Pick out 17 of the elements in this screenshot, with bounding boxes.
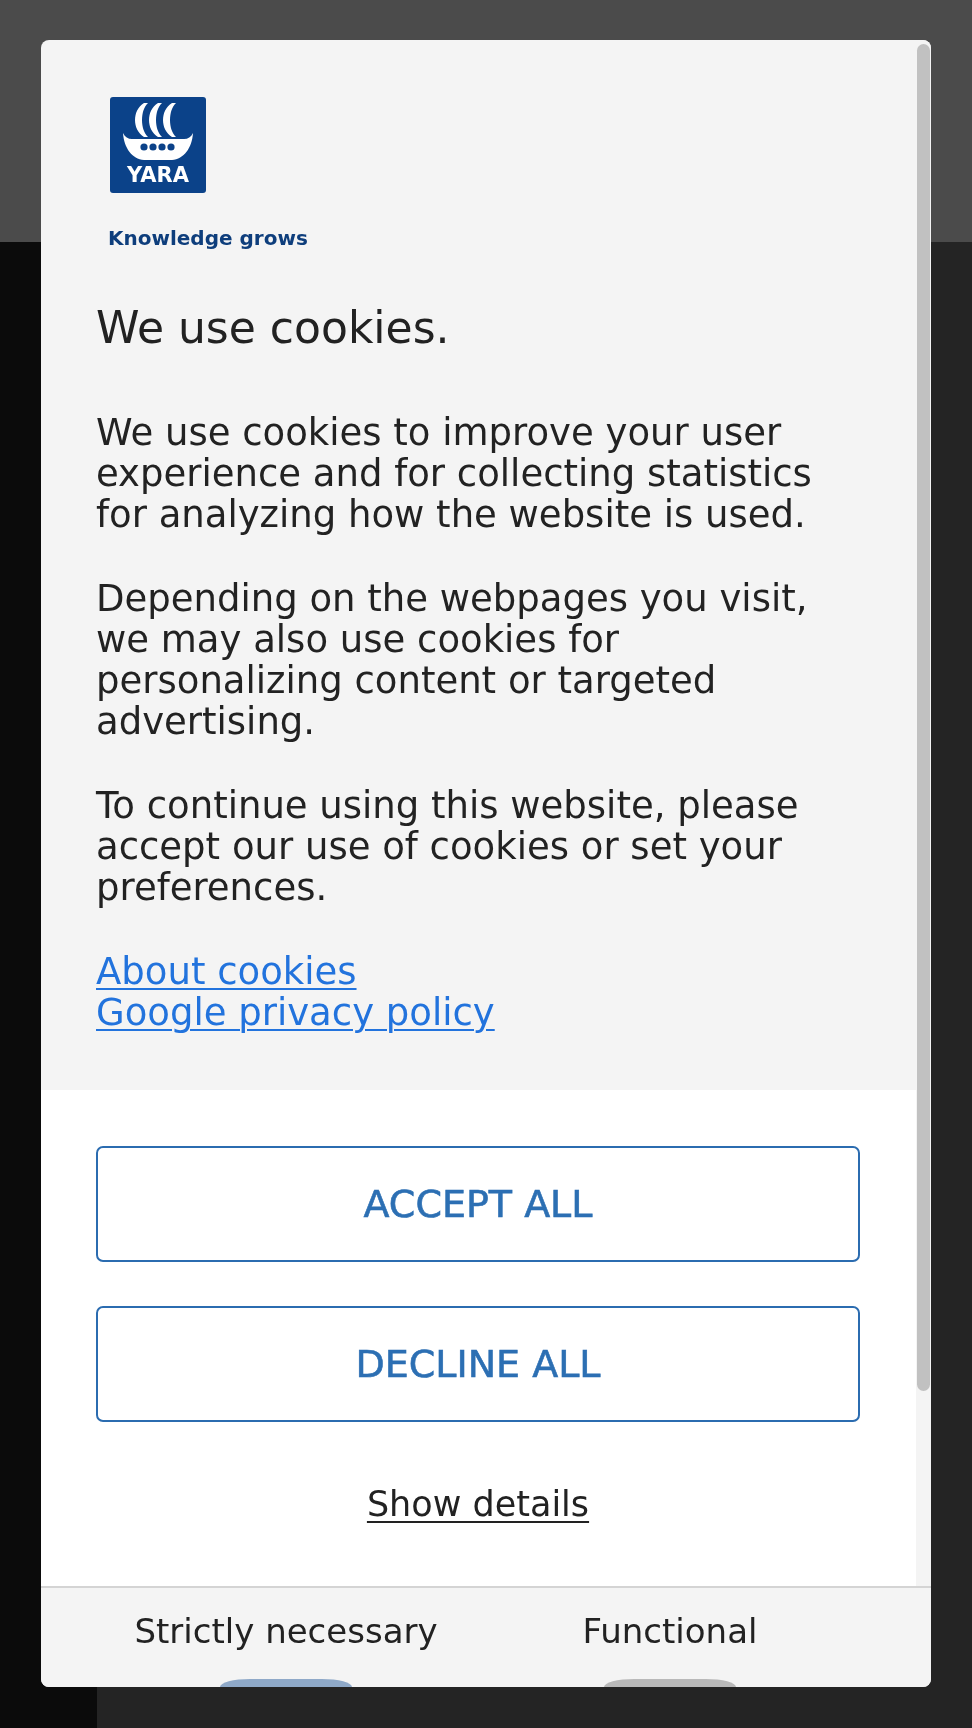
category-label: Strictly necessary — [134, 1611, 438, 1651]
logo-tagline: Knowledge grows — [108, 226, 308, 250]
notice-paragraph: Depending on the webpages you visit, we may also use cookies for personalizing content or targeted advertising. — [96, 578, 809, 742]
notice-paragraph: To continue using this website, please accept our use of cookies or set your preferences. — [96, 785, 800, 908]
consent-button[interactable]: ACCEPT ALL — [96, 1146, 860, 1262]
notice-paragraph: We use cookies to improve your user experience and for collecting statistics for analyzing how the website is used. — [96, 412, 813, 535]
logo-wordmark: YARA — [127, 164, 189, 186]
info-link[interactable]: About cookies — [96, 951, 357, 992]
toggle-switch[interactable] — [604, 1679, 736, 1687]
consent-button[interactable]: DECLINE ALL — [96, 1306, 860, 1422]
scrollbar-thumb[interactable] — [917, 44, 930, 1391]
dialog-title: We use cookies. — [96, 302, 451, 354]
info-link[interactable]: Google privacy policy — [96, 992, 495, 1033]
category-label: Functional — [582, 1611, 758, 1651]
ship-icon — [122, 102, 194, 160]
details-link[interactable]: Show details — [366, 1484, 590, 1525]
toggle-switch[interactable] — [220, 1679, 352, 1687]
